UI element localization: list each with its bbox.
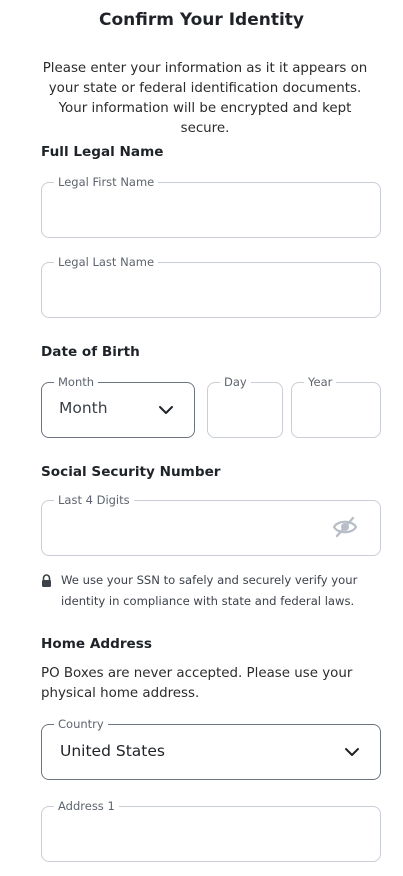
first-name-field[interactable]: Legal First Name	[41, 175, 381, 238]
intro-text: Please enter your information as it it a…	[42, 61, 368, 136]
year-field[interactable]: Year	[291, 375, 381, 438]
chevron-down-icon	[159, 406, 173, 414]
section-social-security-number: Social Security Number	[41, 464, 221, 480]
last-name-label: Legal Last Name	[54, 255, 159, 269]
day-field[interactable]: Day	[207, 375, 283, 438]
ssn-last4-label: Last 4 Digits	[54, 493, 134, 507]
ssn-note-text: We use your SSN to safely and securely v…	[61, 573, 358, 608]
chevron-down-icon	[345, 748, 359, 756]
section-date-of-birth: Date of Birth	[41, 344, 140, 360]
first-name-label: Legal First Name	[54, 175, 159, 189]
section-home-address: Home Address	[41, 636, 152, 652]
country-select[interactable]: Country United States	[41, 717, 381, 780]
section-full-legal-name: Full Legal Name	[41, 144, 164, 160]
address1-label: Address 1	[54, 799, 119, 813]
day-label: Day	[220, 375, 251, 389]
year-label: Year	[304, 375, 337, 389]
month-label: Month	[54, 375, 99, 389]
month-value: Month	[59, 399, 108, 417]
last-name-field[interactable]: Legal Last Name	[41, 255, 381, 318]
month-select[interactable]: Month Month	[41, 375, 195, 438]
address-note: PO Boxes are never accepted. Please use …	[41, 666, 353, 701]
country-value: United States	[60, 742, 165, 760]
country-label: Country	[54, 717, 108, 731]
page-title: Confirm Your Identity	[99, 10, 304, 30]
address1-field[interactable]: Address 1	[41, 799, 381, 862]
eye-off-icon[interactable]	[332, 515, 358, 539]
ssn-last4-field[interactable]: Last 4 Digits	[41, 493, 381, 556]
lock-icon	[42, 574, 51, 587]
